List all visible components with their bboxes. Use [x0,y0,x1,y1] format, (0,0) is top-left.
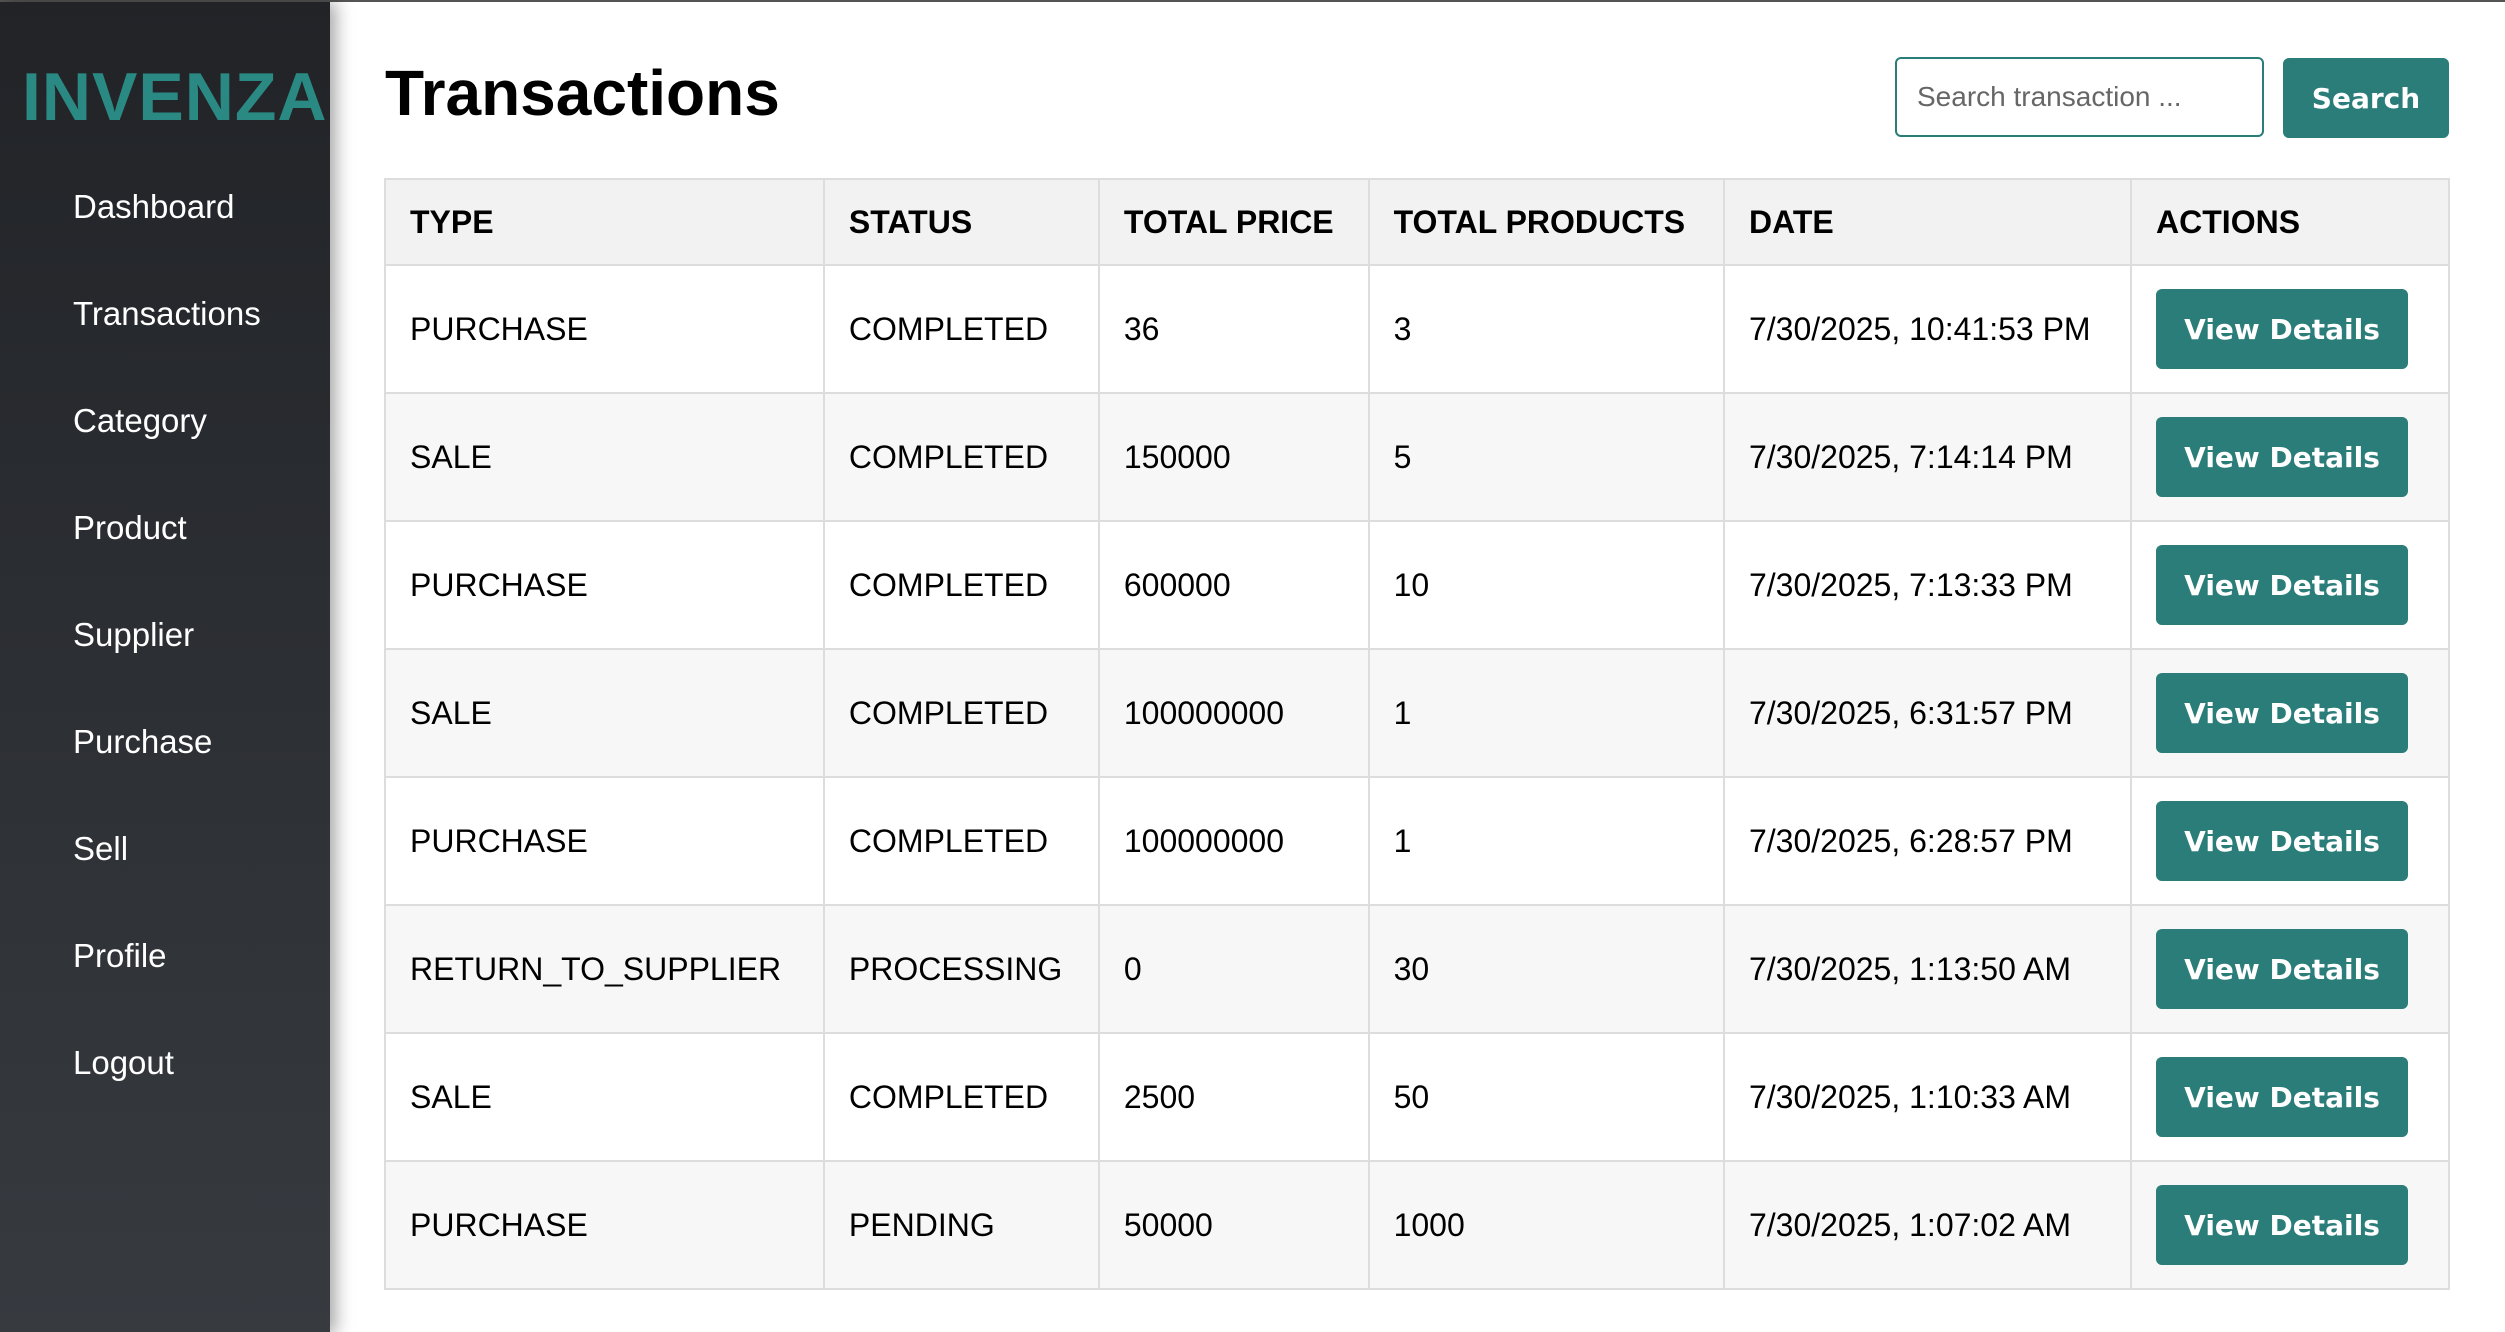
cell-total-price: 100000000 [1097,648,1370,778]
cell-status: PENDING [822,1160,1100,1290]
cell-type: PURCHASE [384,520,825,650]
cell-date: 7/30/2025, 6:28:57 PM [1722,776,2133,906]
cell-total-price: 600000 [1097,520,1370,650]
table-row: PURCHASE COMPLETED 100000000 1 7/30/2025… [384,776,2450,906]
cell-actions: View Details [2130,392,2450,522]
sidebar-item-transactions[interactable]: Transactions [73,295,261,333]
cell-actions: View Details [2130,520,2450,650]
column-header-total-price: TOTAL PRICE [1097,178,1370,266]
cell-actions: View Details [2130,264,2450,394]
cell-type: RETURN_TO_SUPPLIER [384,904,825,1034]
column-header-total-products: TOTAL PRODUCTS [1367,178,1725,266]
cell-date: 7/30/2025, 1:10:33 AM [1722,1032,2133,1162]
transactions-table: TYPE STATUS TOTAL PRICE TOTAL PRODUCTS D… [384,178,2450,1290]
view-details-button[interactable]: View Details [2156,545,2409,625]
cell-total-price: 2500 [1097,1032,1370,1162]
cell-actions: View Details [2130,1032,2450,1162]
sidebar-item-profile[interactable]: Profile [73,937,167,975]
table-row: PURCHASE COMPLETED 36 3 7/30/2025, 10:41… [384,264,2450,394]
cell-actions: View Details [2130,648,2450,778]
search-button[interactable]: Search [2283,58,2449,138]
sidebar-item-logout[interactable]: Logout [73,1044,174,1082]
sidebar-item-dashboard[interactable]: Dashboard [73,188,234,226]
table-row: SALE COMPLETED 150000 5 7/30/2025, 7:14:… [384,392,2450,522]
view-details-button[interactable]: View Details [2156,673,2409,753]
table-header: TYPE STATUS TOTAL PRICE TOTAL PRODUCTS D… [384,178,2450,266]
cell-status: COMPLETED [822,264,1100,394]
table-body: PURCHASE COMPLETED 36 3 7/30/2025, 10:41… [384,264,2450,1290]
sidebar-item-supplier[interactable]: Supplier [73,616,194,654]
cell-date: 7/30/2025, 7:14:14 PM [1722,392,2133,522]
table-row: RETURN_TO_SUPPLIER PROCESSING 0 30 7/30/… [384,904,2450,1034]
table-row: PURCHASE COMPLETED 600000 10 7/30/2025, … [384,520,2450,650]
cell-total-price: 0 [1097,904,1370,1034]
cell-type: SALE [384,392,825,522]
cell-date: 7/30/2025, 10:41:53 PM [1722,264,2133,394]
cell-total-products: 10 [1367,520,1725,650]
cell-status: COMPLETED [822,520,1100,650]
sidebar-item-purchase[interactable]: Purchase [73,723,212,761]
table-row: PURCHASE PENDING 50000 1000 7/30/2025, 1… [384,1160,2450,1290]
cell-status: COMPLETED [822,1032,1100,1162]
cell-status: COMPLETED [822,392,1100,522]
cell-status: COMPLETED [822,776,1100,906]
table-row: SALE COMPLETED 100000000 1 7/30/2025, 6:… [384,648,2450,778]
cell-date: 7/30/2025, 1:07:02 AM [1722,1160,2133,1290]
main-content: Transactions Search TYPE STATUS TOTAL PR… [330,2,2505,1332]
cell-total-products: 3 [1367,264,1725,394]
cell-total-products: 5 [1367,392,1725,522]
cell-total-products: 30 [1367,904,1725,1034]
sidebar-item-product[interactable]: Product [73,509,187,547]
cell-status: COMPLETED [822,648,1100,778]
cell-status: PROCESSING [822,904,1100,1034]
cell-total-products: 1 [1367,648,1725,778]
page-title: Transactions [385,57,780,129]
cell-total-price: 100000000 [1097,776,1370,906]
cell-total-price: 150000 [1097,392,1370,522]
cell-date: 7/30/2025, 7:13:33 PM [1722,520,2133,650]
sidebar-item-category[interactable]: Category [73,402,207,440]
column-header-date: DATE [1722,178,2133,266]
view-details-button[interactable]: View Details [2156,801,2409,881]
cell-total-products: 50 [1367,1032,1725,1162]
app-logo: INVENZA [22,59,328,135]
table-row: SALE COMPLETED 2500 50 7/30/2025, 1:10:3… [384,1032,2450,1162]
cell-type: PURCHASE [384,776,825,906]
cell-actions: View Details [2130,1160,2450,1290]
view-details-button[interactable]: View Details [2156,929,2409,1009]
view-details-button[interactable]: View Details [2156,417,2409,497]
table-header-row: TYPE STATUS TOTAL PRICE TOTAL PRODUCTS D… [384,178,2450,266]
view-details-button[interactable]: View Details [2156,1057,2409,1137]
cell-date: 7/30/2025, 1:13:50 AM [1722,904,2133,1034]
search-input[interactable] [1895,57,2264,137]
cell-actions: View Details [2130,904,2450,1034]
cell-total-products: 1000 [1367,1160,1725,1290]
view-details-button[interactable]: View Details [2156,1185,2409,1265]
cell-date: 7/30/2025, 6:31:57 PM [1722,648,2133,778]
cell-total-price: 50000 [1097,1160,1370,1290]
cell-type: PURCHASE [384,264,825,394]
column-header-actions: ACTIONS [2130,178,2450,266]
app-window: INVENZA Dashboard Transactions Category … [0,0,2505,1332]
cell-total-products: 1 [1367,776,1725,906]
sidebar-item-sell[interactable]: Sell [73,830,128,868]
column-header-status: STATUS [822,178,1100,266]
sidebar: INVENZA Dashboard Transactions Category … [0,2,330,1332]
cell-type: SALE [384,1032,825,1162]
cell-total-price: 36 [1097,264,1370,394]
cell-type: SALE [384,648,825,778]
view-details-button[interactable]: View Details [2156,289,2409,369]
cell-actions: View Details [2130,776,2450,906]
column-header-type: TYPE [384,178,825,266]
cell-type: PURCHASE [384,1160,825,1290]
